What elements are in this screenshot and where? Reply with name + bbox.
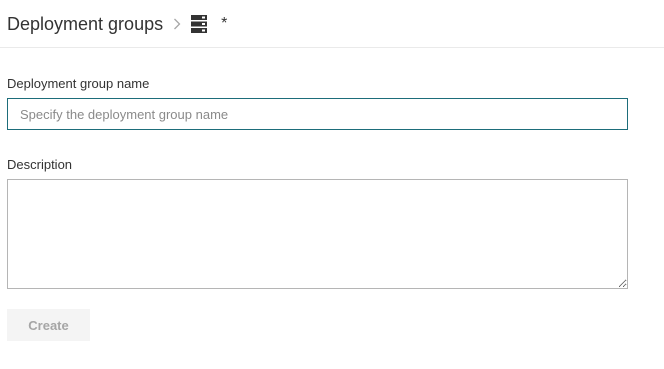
description-textarea[interactable] [7, 179, 628, 289]
deployment-group-name-input[interactable] [7, 98, 628, 130]
chevron-right-icon [173, 12, 181, 36]
breadcrumb-deployment-groups-link[interactable]: Deployment groups [7, 12, 163, 36]
create-button[interactable]: Create [7, 309, 90, 341]
deployment-group-name-label: Deployment group name [7, 76, 150, 91]
breadcrumb: Deployment groups * [7, 12, 227, 36]
page-header: Deployment groups * [0, 0, 664, 48]
breadcrumb-current-item: * [221, 15, 228, 32]
server-icon [191, 12, 208, 36]
description-label: Description [7, 157, 73, 172]
